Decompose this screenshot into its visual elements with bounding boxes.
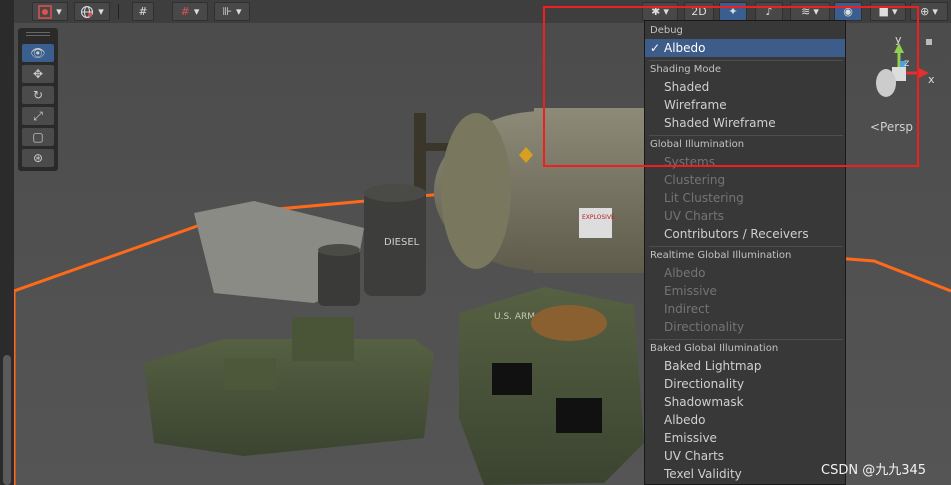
highlight-annotation-box <box>543 6 919 167</box>
chevron-down-icon: ▾ <box>236 5 242 18</box>
explosive-sign: EXPLOSIVE <box>582 214 615 221</box>
tool-palette: 👁 ✥ ↻ ⤢ ▢ ⊛ <box>18 28 58 171</box>
chevron-down-icon: ▾ <box>932 5 938 18</box>
menu-header-baked-gi: Baked Global Illumination <box>650 343 779 354</box>
view-tool-button[interactable]: 👁 <box>22 44 54 62</box>
gizmo-color-button[interactable]: ▾ <box>32 2 68 21</box>
left-scrollbar[interactable] <box>3 355 11 485</box>
menu-item-baked-albedo[interactable]: Albedo <box>645 411 845 429</box>
gizmo-color-icon <box>38 4 52 19</box>
move-tool-button[interactable]: ✥ <box>22 65 54 83</box>
menu-item-realtime-emissive[interactable]: Emissive <box>645 282 845 300</box>
chevron-down-icon: ▾ <box>56 5 62 18</box>
menu-item-realtime-indirect[interactable]: Indirect <box>645 300 845 318</box>
rotate-tool-icon: ↻ <box>32 88 44 102</box>
move-tool-icon: ✥ <box>32 67 44 81</box>
menu-divider <box>649 339 843 340</box>
transform-tool-icon: ⊛ <box>32 151 44 165</box>
menu-item-texel-validity[interactable]: Texel Validity <box>645 465 845 483</box>
svg-text:DIESEL: DIESEL <box>384 237 420 248</box>
menu-item-baked-directionality[interactable]: Directionality <box>645 375 845 393</box>
toolbar-divider <box>118 4 119 19</box>
ruler-icon: ⊪ <box>222 5 233 18</box>
increment-snap-button[interactable]: ⊪ ▾ <box>214 2 250 21</box>
grid-snap-button[interactable]: # <box>132 2 154 21</box>
scale-tool-icon: ⤢ <box>33 108 43 123</box>
ammo-box <box>292 317 354 361</box>
menu-item-realtime-directionality[interactable]: Directionality <box>645 318 845 336</box>
globe-button[interactable]: ▾ <box>74 2 110 21</box>
lock-icon[interactable] <box>926 39 932 45</box>
menu-header-realtime-gi: Realtime Global Illumination <box>650 250 792 261</box>
ammo-crate-left <box>144 339 434 456</box>
left-panel-strip <box>0 0 14 485</box>
watermark: CSDN @九九345 <box>821 463 927 478</box>
globe-icon <box>81 5 94 18</box>
menu-item-uv-charts-gi[interactable]: UV Charts <box>645 207 845 225</box>
chevron-down-icon: ▾ <box>98 5 104 18</box>
grid-icon: # <box>180 5 190 18</box>
view-tool-icon: 👁 <box>30 46 46 60</box>
menu-item-clustering[interactable]: Clustering <box>645 171 845 189</box>
diesel-barrel-small <box>318 248 360 306</box>
chevron-down-icon: ▾ <box>193 5 200 18</box>
menu-divider <box>649 246 843 247</box>
rect-tool-button[interactable]: ▢ <box>22 128 54 146</box>
gizmo-icon: ⊕ <box>920 5 930 18</box>
grid-button[interactable]: # ▾ <box>172 2 208 21</box>
axis-x-label: x <box>928 73 934 86</box>
transform-tool-button[interactable]: ⊛ <box>22 149 54 167</box>
menu-item-shadowmask[interactable]: Shadowmask <box>645 393 845 411</box>
menu-item-realtime-albedo[interactable]: Albedo <box>645 264 845 282</box>
rect-tool-icon: ▢ <box>32 130 44 144</box>
scale-tool-button[interactable]: ⤢ <box>22 107 54 125</box>
menu-item-baked-emissive[interactable]: Emissive <box>645 429 845 447</box>
menu-item-contributors-receivers[interactable]: Contributors / Receivers <box>645 225 845 243</box>
menu-item-baked-lightmap[interactable]: Baked Lightmap <box>645 357 845 375</box>
boots <box>531 305 607 341</box>
menu-item-lit-clustering[interactable]: Lit Clustering <box>645 189 845 207</box>
menu-item-baked-uv-charts[interactable]: UV Charts <box>645 447 845 465</box>
rotate-tool-button[interactable]: ↻ <box>22 86 54 104</box>
svg-text:U.S. ARM: U.S. ARM <box>494 312 535 322</box>
grid-snap-icon: # <box>138 5 148 18</box>
